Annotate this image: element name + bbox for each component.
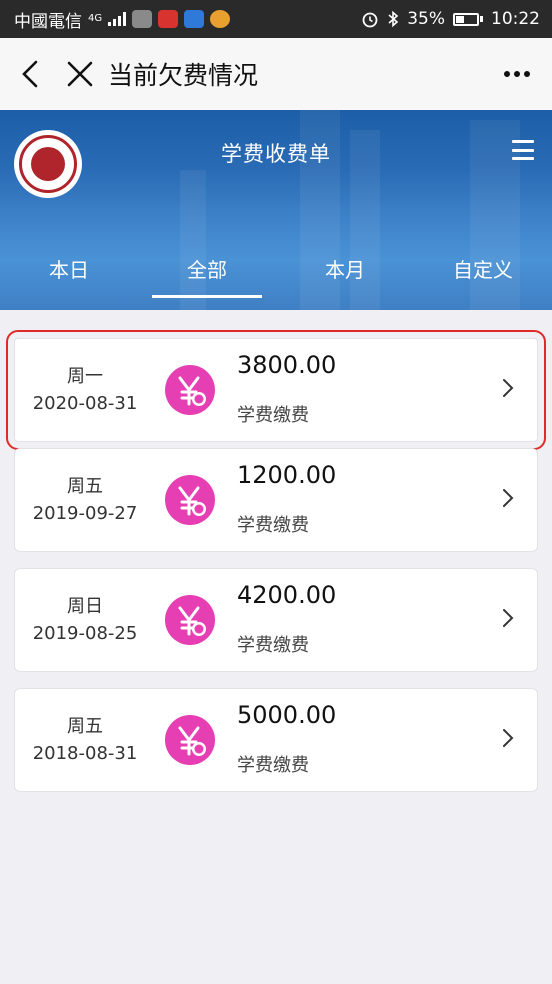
fee-record-card[interactable]: 周日 2019-08-25 4200.00 学费缴费: [14, 568, 538, 672]
app-notification-icon: [132, 10, 153, 28]
period-tabs: 本日 全部 本月 自定义: [0, 255, 552, 305]
status-bar: 中國電信 4G 35% 10:22: [0, 0, 552, 38]
record-weekday: 周五: [67, 476, 103, 497]
back-button[interactable]: [0, 38, 60, 110]
fee-record-card[interactable]: 周五 2018-08-31 5000.00 学费缴费: [14, 688, 538, 792]
record-date-value: 2019-09-27: [32, 503, 138, 524]
chevron-right-icon: [503, 379, 514, 397]
title-bar: 当前欠费情况: [0, 38, 552, 110]
header-title: 学费收费单: [221, 142, 331, 166]
record-weekday: 周日: [67, 596, 103, 617]
page-title: 当前欠费情况: [108, 61, 259, 90]
record-description: 学费缴费: [237, 515, 309, 536]
record-weekday: 周一: [67, 366, 103, 387]
more-options-button[interactable]: [482, 38, 552, 110]
tab-all[interactable]: 全部: [138, 255, 276, 305]
record-weekday: 周五: [67, 716, 103, 737]
record-date: 周一 2020-08-31: [15, 363, 155, 417]
yuan-coin-icon: [165, 475, 215, 525]
tab-today[interactable]: 本日: [0, 255, 138, 305]
fee-record-card[interactable]: 周一 2020-08-31 3800.00 学费缴费: [6, 330, 546, 450]
record-amount: 1200.00: [237, 461, 337, 489]
record-amount: 4200.00: [237, 581, 337, 609]
status-left: 中國電信 4G: [14, 7, 231, 32]
yuan-coin-icon: [165, 715, 215, 765]
chevron-left-icon: [22, 60, 38, 88]
record-date: 周五 2018-08-31: [15, 713, 155, 767]
record-description: 学费缴费: [237, 635, 309, 656]
menu-button[interactable]: [512, 140, 534, 160]
record-description: 学费缴费: [237, 755, 309, 776]
app-notification-icon: [158, 10, 179, 28]
record-date-value: 2018-08-31: [32, 743, 138, 764]
fee-record-card[interactable]: 周五 2019-09-27 1200.00 学费缴费: [14, 448, 538, 552]
yuan-coin-icon: [165, 595, 215, 645]
alarm-icon: [362, 12, 378, 28]
app-notification-icon: [210, 10, 231, 28]
close-button[interactable]: [60, 38, 100, 110]
yuan-coin-icon: [165, 365, 215, 415]
record-amount: 3800.00: [237, 351, 337, 379]
record-date: 周五 2019-09-27: [15, 473, 155, 527]
bluetooth-icon: [388, 10, 399, 28]
tab-custom[interactable]: 自定义: [414, 255, 552, 305]
hamburger-menu-icon: [512, 140, 534, 143]
more-dots-icon: [504, 71, 530, 77]
app-notification-icon: [184, 10, 205, 28]
network-label: 4G: [88, 13, 103, 24]
battery-percent: 35%: [407, 9, 445, 29]
chevron-right-icon: [503, 489, 514, 507]
chevron-right-icon: [503, 729, 514, 747]
clock: 10:22: [491, 9, 540, 29]
record-date-value: 2019-08-25: [32, 623, 138, 644]
fee-header: 学费收费单 本日 全部 本月 自定义: [0, 110, 552, 310]
record-date: 周日 2019-08-25: [15, 593, 155, 647]
record-date-value: 2020-08-31: [32, 393, 138, 414]
carrier-label: 中國電信: [14, 11, 82, 32]
chevron-right-icon: [503, 609, 514, 627]
record-description: 学费缴费: [237, 405, 309, 426]
status-right: 35% 10:22: [361, 9, 540, 29]
record-amount: 5000.00: [237, 701, 337, 729]
tab-this-month[interactable]: 本月: [276, 255, 414, 305]
battery-icon: [453, 12, 483, 26]
signal-icon: [108, 12, 127, 26]
close-icon: [67, 61, 93, 87]
